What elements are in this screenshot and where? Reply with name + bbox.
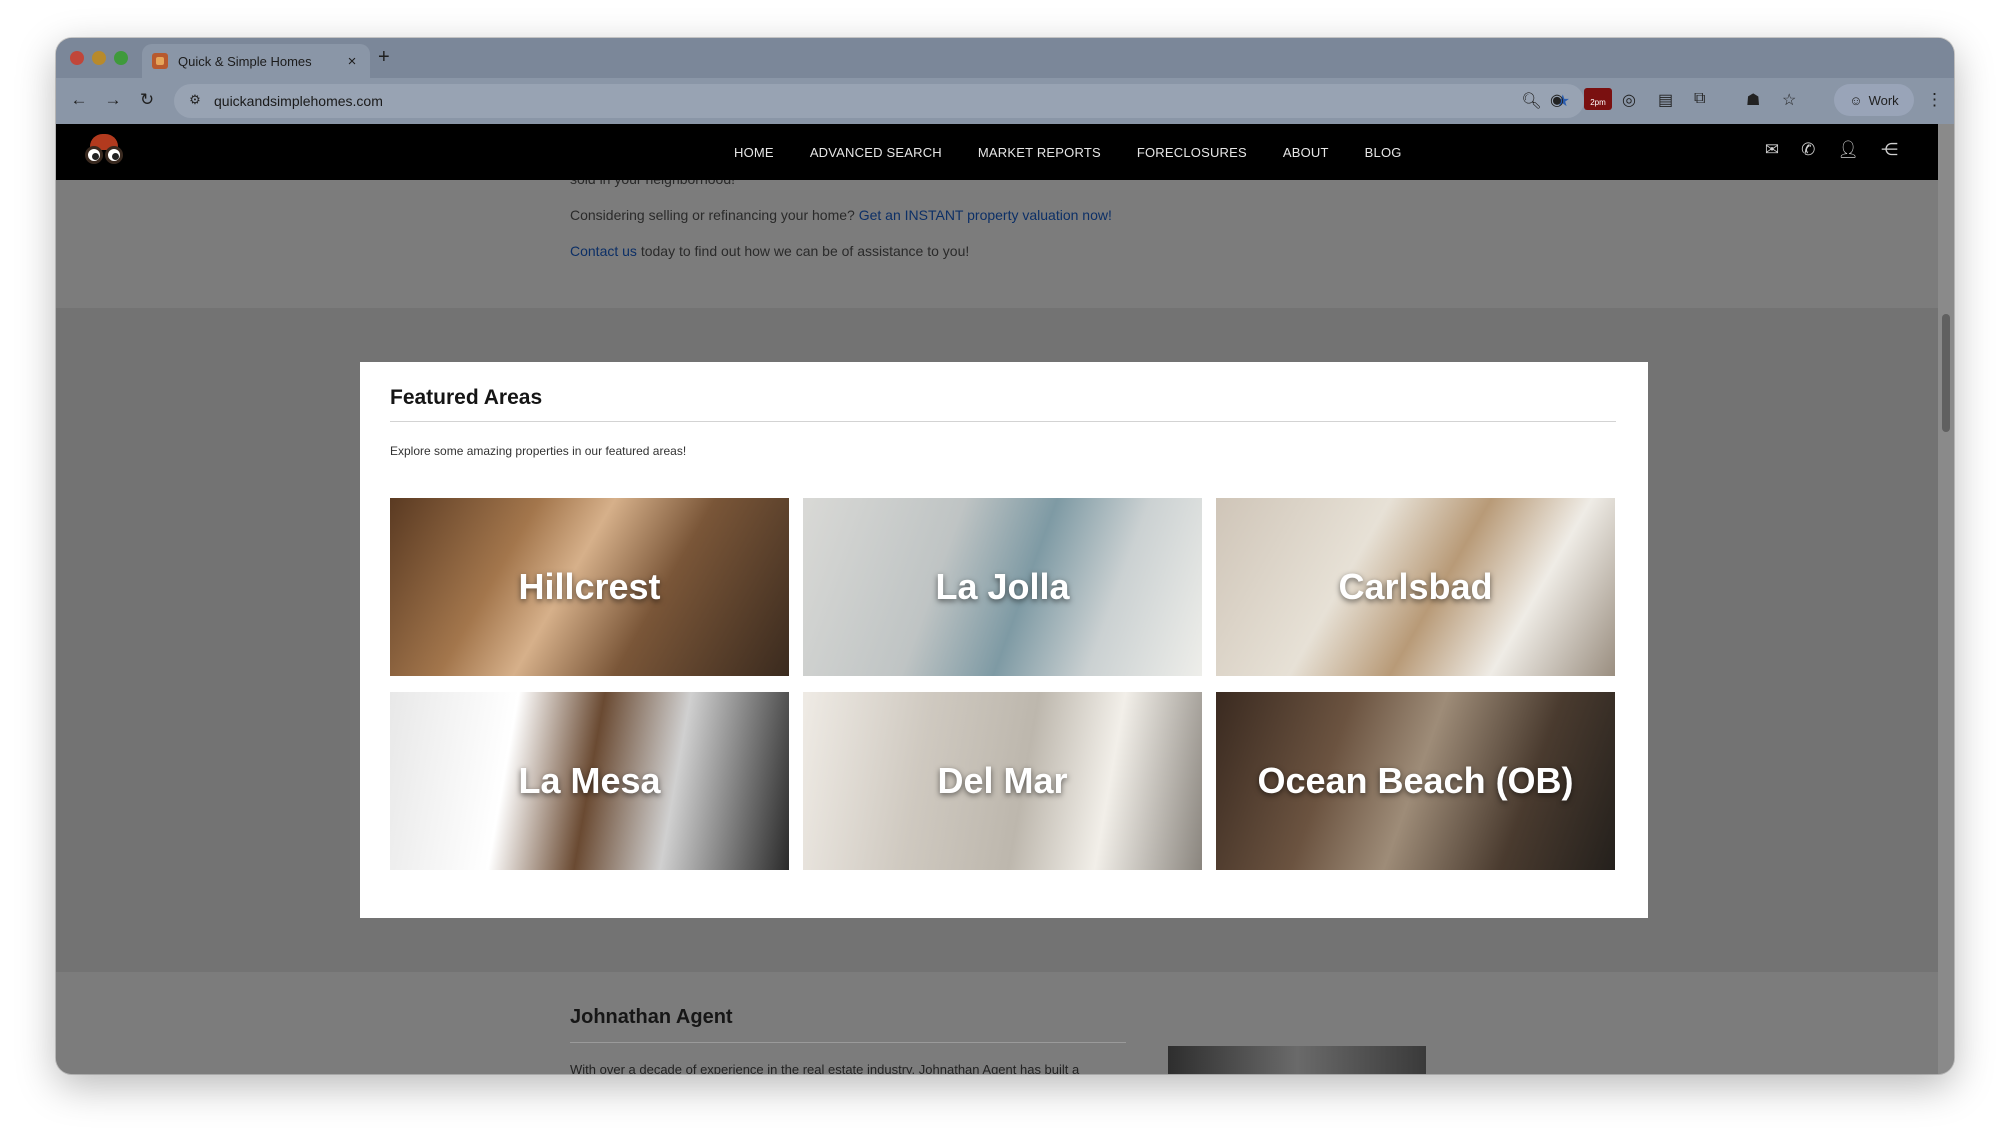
featured-areas-modal: Featured Areas Explore some amazing prop… — [360, 362, 1648, 918]
area-label: Carlsbad — [1338, 566, 1493, 607]
extension-icon[interactable]: ◉ — [1550, 90, 1564, 110]
user-icon[interactable]: 👤︎ — [1837, 140, 1859, 160]
agent-bio: With over a decade of experience in the … — [570, 1062, 1080, 1074]
nav-about[interactable]: ABOUT — [1265, 145, 1347, 160]
area-label: La Mesa — [518, 760, 661, 801]
nav-foreclosures[interactable]: FORECLOSURES — [1119, 145, 1265, 160]
nav-advanced-search[interactable]: ADVANCED SEARCH — [792, 145, 960, 160]
back-arrow-icon[interactable]: ← — [68, 90, 90, 110]
agent-name: Johnathan Agent — [570, 1006, 733, 1028]
intro-text: sold in your neighborhood! Considering s… — [570, 168, 1112, 276]
nav-market-reports[interactable]: MARKET REPORTS — [960, 145, 1119, 160]
phone-icon[interactable]: ✆ — [1801, 140, 1815, 160]
intro-valuation-line: Considering selling or refinancing your … — [570, 204, 1112, 226]
profile-avatar-icon: ☺ — [1849, 92, 1863, 108]
nav-home[interactable]: HOME — [716, 145, 792, 160]
logo-eye-right — [105, 146, 123, 164]
main-nav: HOME ADVANCED SEARCH MARKET REPORTS FORE… — [716, 124, 1420, 180]
intro-contact-line: Contact us today to find out how we can … — [570, 240, 1112, 262]
browser-toolbar: ← → ↻ ⚙ quickandsimplehomes.com 🔍︎ ★ ◉ 2… — [56, 78, 1954, 124]
reader-mode-icon[interactable]: ▤ — [1658, 90, 1673, 110]
area-label: Ocean Beach (OB) — [1257, 760, 1574, 801]
browser-tab[interactable]: Quick & Simple Homes × — [142, 44, 370, 78]
browser-window: Quick & Simple Homes × + ← → ↻ ⚙ quickan… — [56, 38, 1954, 1074]
area-tile-la-mesa[interactable]: La Mesa — [390, 692, 789, 870]
share-icon[interactable]: ⋲ — [1881, 140, 1898, 160]
header-icons: ✉ ✆ 👤︎ ⋲ — [1765, 140, 1898, 160]
area-label: Del Mar — [937, 760, 1068, 801]
reload-icon[interactable]: ↻ — [136, 90, 158, 110]
area-tile-la-jolla[interactable]: La Jolla — [803, 498, 1202, 676]
bookmarks-icon[interactable]: ☆ — [1782, 90, 1796, 110]
extensions-puzzle-icon[interactable]: ⧉ — [1694, 90, 1705, 108]
area-label: Hillcrest — [518, 566, 661, 607]
page-viewport: sold in your neighborhood! Considering s… — [56, 124, 1938, 1074]
intro-contact-text: today to find out how we can be of assis… — [640, 243, 970, 259]
area-tile-ocean-beach[interactable]: Ocean Beach (OB) — [1216, 692, 1615, 870]
site-favicon-icon — [152, 53, 168, 69]
tab-strip: Quick & Simple Homes × + — [56, 38, 1954, 78]
area-tile-del-mar[interactable]: Del Mar — [803, 692, 1202, 870]
agent-divider — [570, 1042, 1126, 1043]
logo-eye-left — [85, 146, 103, 164]
address-bar[interactable]: ⚙ quickandsimplehomes.com 🔍︎ ★ — [174, 84, 1584, 118]
mail-icon[interactable]: ✉ — [1765, 140, 1779, 160]
modal-divider — [390, 421, 1616, 422]
agent-section: Johnathan Agent With over a decade of ex… — [570, 1006, 1126, 1074]
site-header: HOME ADVANCED SEARCH MARKET REPORTS FORE… — [56, 124, 1938, 180]
new-tab-button[interactable]: + — [378, 46, 390, 69]
tab-title: Quick & Simple Homes — [178, 53, 312, 69]
area-tile-hillcrest[interactable]: Hillcrest — [390, 498, 789, 676]
url-text: quickandsimplehomes.com — [214, 93, 383, 109]
modal-subtitle: Explore some amazing properties in our f… — [390, 444, 687, 458]
modal-title: Featured Areas — [390, 386, 543, 409]
incognito-icon[interactable]: ☗ — [1746, 90, 1760, 110]
profile-button[interactable]: ☺ Work — [1834, 84, 1914, 116]
contact-link[interactable]: Contact us — [570, 243, 637, 259]
page-scrollbar[interactable] — [1938, 124, 1954, 1074]
agent-photo — [1168, 1046, 1426, 1074]
minimize-window-button[interactable] — [92, 51, 106, 65]
site-settings-icon[interactable]: ⚙ — [186, 92, 204, 110]
close-tab-icon[interactable]: × — [344, 53, 360, 70]
valuation-link[interactable]: Get an INSTANT property valuation now! — [859, 207, 1112, 223]
extension-icon[interactable]: ◎ — [1622, 90, 1636, 110]
zoom-icon[interactable]: 🔍︎ — [1521, 91, 1541, 111]
scrollbar-thumb[interactable] — [1942, 314, 1950, 432]
area-tile-carlsbad[interactable]: Carlsbad — [1216, 498, 1615, 676]
calendar-extension-icon[interactable]: 2pm — [1584, 88, 1612, 110]
areas-grid: Hillcrest La Jolla Carlsbad La Mesa Del … — [390, 498, 1616, 870]
menu-kebab-icon[interactable]: ⋮ — [1926, 90, 1943, 110]
maximize-window-button[interactable] — [114, 51, 128, 65]
intro-valuation-text: Considering selling or refinancing your … — [570, 207, 855, 223]
forward-arrow-icon[interactable]: → — [102, 90, 124, 110]
area-label: La Jolla — [935, 566, 1070, 607]
close-window-button[interactable] — [70, 51, 84, 65]
site-logo[interactable] — [84, 132, 124, 172]
nav-blog[interactable]: BLOG — [1347, 145, 1420, 160]
profile-label: Work — [1868, 92, 1899, 108]
